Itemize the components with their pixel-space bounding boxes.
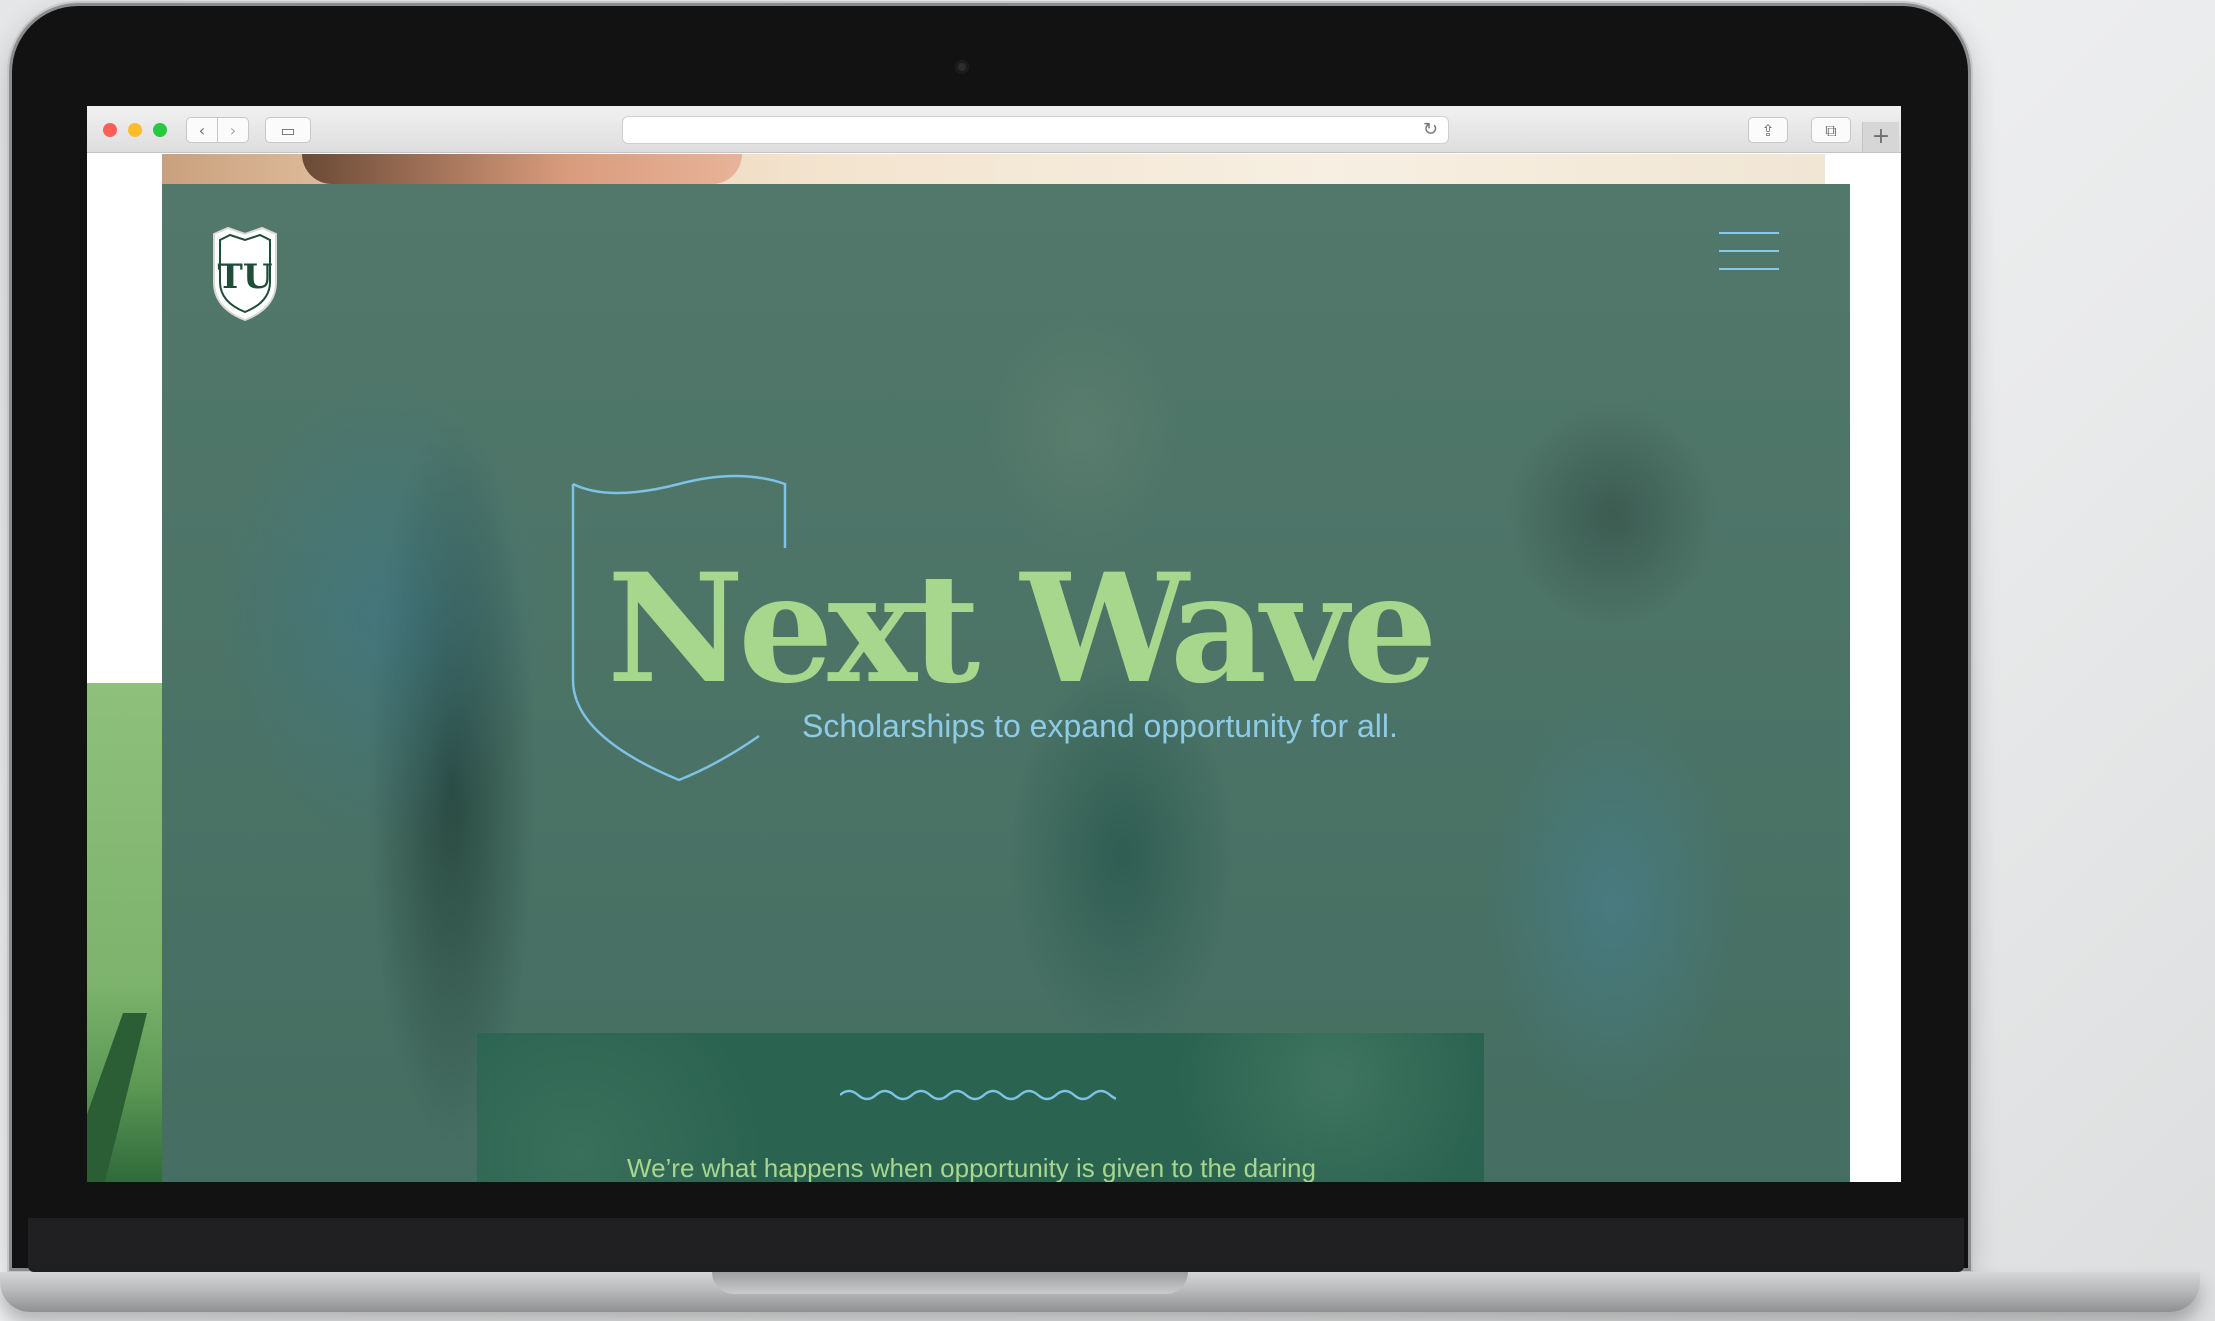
menu-line xyxy=(1719,268,1779,270)
sidebar-toggle-button[interactable]: ▭ xyxy=(265,117,311,143)
share-icon: ⇪ xyxy=(1761,121,1775,140)
sidebar-icon: ▭ xyxy=(280,121,296,140)
menu-button[interactable] xyxy=(1719,232,1779,270)
intro-text: We’re what happens when opportunity is g… xyxy=(627,1153,1316,1182)
browser-window: ‹ › ▭ ↻ ⇪ ⧉ + TU Next Wave Scholarships … xyxy=(87,106,1901,1182)
menu-line xyxy=(1719,232,1779,234)
intro-panel: We’re what happens when opportunity is g… xyxy=(477,1033,1484,1182)
camera xyxy=(955,60,969,74)
page-right-margin xyxy=(1850,184,1901,1182)
laptop-hinge xyxy=(28,1218,1964,1272)
browser-toolbar: ‹ › ▭ ↻ ⇪ ⧉ + xyxy=(87,106,1901,153)
tabs-icon: ⧉ xyxy=(1825,121,1837,140)
window-close-button[interactable] xyxy=(103,123,117,137)
back-button[interactable]: ‹ xyxy=(186,117,218,143)
window-maximize-button[interactable] xyxy=(153,123,167,137)
photo-top-edge xyxy=(162,154,1825,184)
forward-button[interactable]: › xyxy=(217,117,249,143)
laptop-notch xyxy=(712,1272,1188,1294)
menu-line xyxy=(1719,250,1779,252)
university-shield-logo[interactable]: TU xyxy=(210,226,280,322)
show-tabs-button[interactable]: ⧉ xyxy=(1811,117,1851,143)
plus-icon: + xyxy=(1871,124,1891,149)
chevron-left-icon: ‹ xyxy=(198,121,206,140)
reload-icon[interactable]: ↻ xyxy=(1423,118,1438,142)
window-minimize-button[interactable] xyxy=(128,123,142,137)
share-button[interactable]: ⇪ xyxy=(1748,117,1788,143)
chevron-right-icon: › xyxy=(229,121,237,140)
side-graphic xyxy=(87,683,162,1182)
web-page: TU Next Wave Scholarships to expand oppo… xyxy=(87,153,1901,1182)
wave-divider-icon xyxy=(840,1089,1116,1101)
hero-title: Next Wave xyxy=(607,541,1438,717)
hero-section: TU Next Wave Scholarships to expand oppo… xyxy=(162,184,1850,1182)
new-tab-button[interactable]: + xyxy=(1862,122,1899,152)
logo-monogram: TU xyxy=(218,257,273,297)
address-bar[interactable]: ↻ xyxy=(622,116,1449,144)
hero-subtitle: Scholarships to expand opportunity for a… xyxy=(802,708,1398,744)
